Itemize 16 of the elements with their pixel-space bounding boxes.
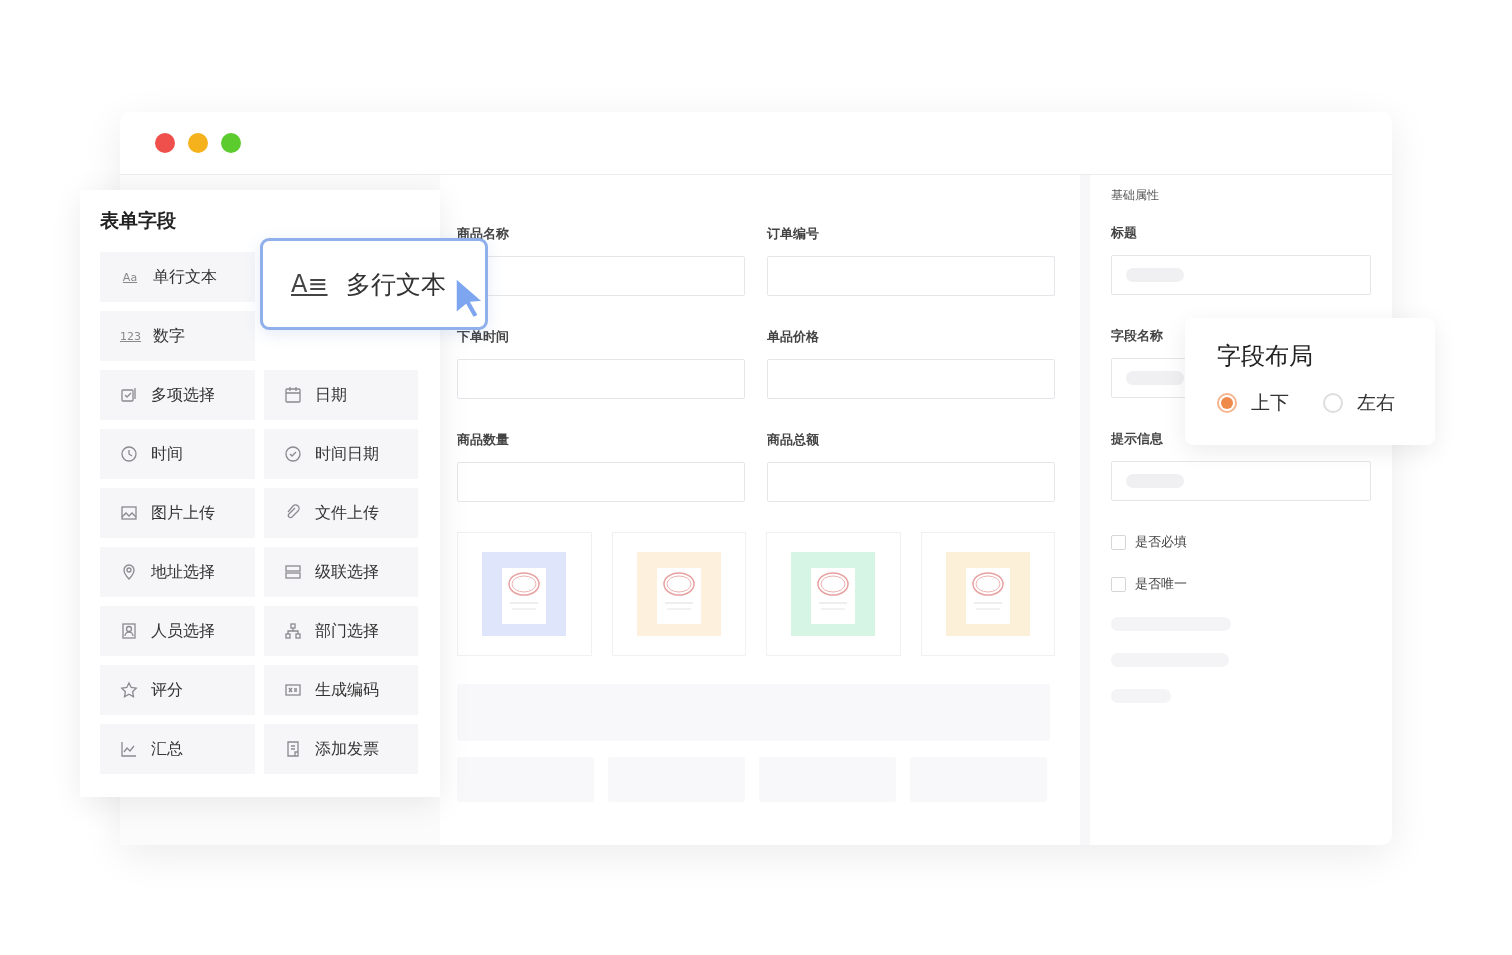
checkbox-label: 是否唯一: [1135, 575, 1187, 593]
property-label: 标题: [1111, 224, 1138, 242]
field-label: 下单时间: [457, 328, 510, 346]
panel-title: 表单字段: [100, 208, 177, 233]
field-label: 单品价格: [767, 328, 820, 346]
field-type-icon: A≡: [291, 270, 328, 298]
field-type-icon: Aa: [120, 270, 140, 284]
field-label: 订单编号: [767, 225, 820, 243]
property-label: 提示信息: [1111, 430, 1164, 448]
section-title: 基础属性: [1111, 187, 1160, 204]
property-label: 字段名称: [1111, 327, 1164, 345]
popup-title: 字段布局: [1217, 341, 1314, 372]
field-type-icon: 123: [120, 329, 140, 343]
field-label: 商品总额: [767, 431, 820, 449]
field-label: 商品数量: [457, 431, 510, 449]
checkbox-label: 是否必填: [1135, 533, 1187, 551]
